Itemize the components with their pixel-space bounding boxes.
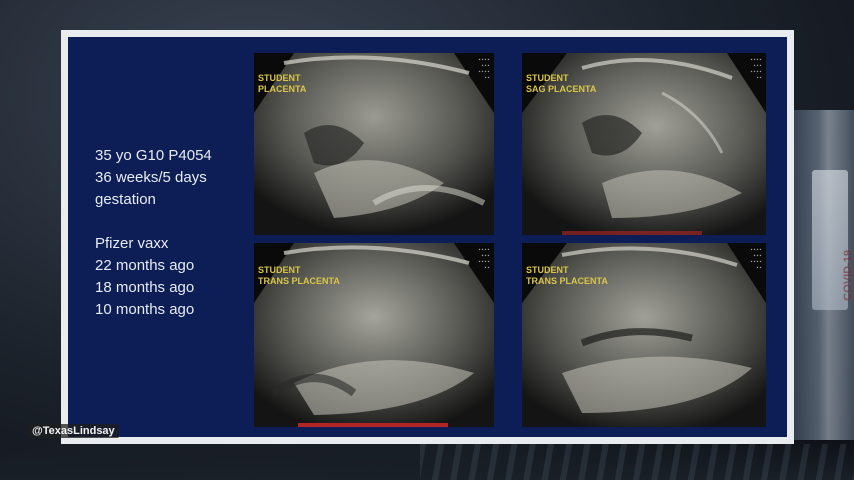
- image-4-label-line-1: STUDENT: [526, 265, 569, 275]
- image-1-scan-parameters: ▪▪▪▪ ▪▪▪ ▪▪▪▪ ▪▪: [477, 57, 490, 81]
- background-vial-text: COVID-19: [842, 250, 854, 301]
- image-3-label-line-1: STUDENT: [258, 265, 301, 275]
- ultrasound-image-2: STUDENT SAG PLACENTA ▪▪▪▪ ▪▪▪ ▪▪▪▪ ▪▪: [522, 53, 766, 235]
- image-2-scan-parameters: ▪▪▪▪ ▪▪▪ ▪▪▪▪ ▪▪: [749, 57, 762, 81]
- ultrasound-image-3: STUDENT TRANS PLACENTA ▪▪▪▪ ▪▪▪ ▪▪▪▪ ▪▪: [254, 243, 494, 427]
- vaccine-line-2: 22 months ago: [95, 257, 195, 274]
- image-2-label-line-1: STUDENT: [526, 73, 569, 83]
- text-spacer: [95, 211, 265, 233]
- patient-line-2: 36 weeks/5 days: [95, 169, 207, 186]
- watermark-handle: @TexasLindsay: [28, 424, 119, 438]
- slide: 35 yo G10 P4054 36 weeks/5 days gestatio…: [68, 37, 787, 437]
- image-4-label-line-2: TRANS PLACENTA: [526, 276, 608, 286]
- vaccine-line-1: Pfizer vaxx: [95, 235, 169, 252]
- image-2-label-line-2: SAG PLACENTA: [526, 84, 597, 94]
- slide-frame: 35 yo G10 P4054 36 weeks/5 days gestatio…: [61, 30, 794, 444]
- image-3-label-line-2: TRANS PLACENTA: [258, 276, 340, 286]
- image-3-scale-bar: [298, 423, 448, 427]
- vaccine-line-3: 18 months ago: [95, 279, 195, 296]
- patient-info-text: 35 yo G10 P4054 36 weeks/5 days gestatio…: [95, 145, 265, 321]
- image-4-scan-parameters: ▪▪▪▪ ▪▪▪ ▪▪▪▪ ▪▪: [749, 247, 762, 271]
- ultrasound-image-1: STUDENT PLACENTA ▪▪▪▪ ▪▪▪ ▪▪▪▪ ▪▪: [254, 53, 494, 235]
- patient-line-1: 35 yo G10 P4054: [95, 147, 212, 164]
- image-1-label-line-1: STUDENT: [258, 73, 301, 83]
- vaccine-line-4: 10 months ago: [95, 301, 195, 318]
- image-3-scan-parameters: ▪▪▪▪ ▪▪▪ ▪▪▪▪ ▪▪: [477, 247, 490, 271]
- image-2-scale-bar: [562, 231, 702, 235]
- ultrasound-image-4: STUDENT TRANS PLACENTA ▪▪▪▪ ▪▪▪ ▪▪▪▪ ▪▪: [522, 243, 766, 427]
- background-stripes: [420, 444, 854, 480]
- image-1-label-line-2: PLACENTA: [258, 84, 307, 94]
- patient-line-3: gestation: [95, 191, 156, 208]
